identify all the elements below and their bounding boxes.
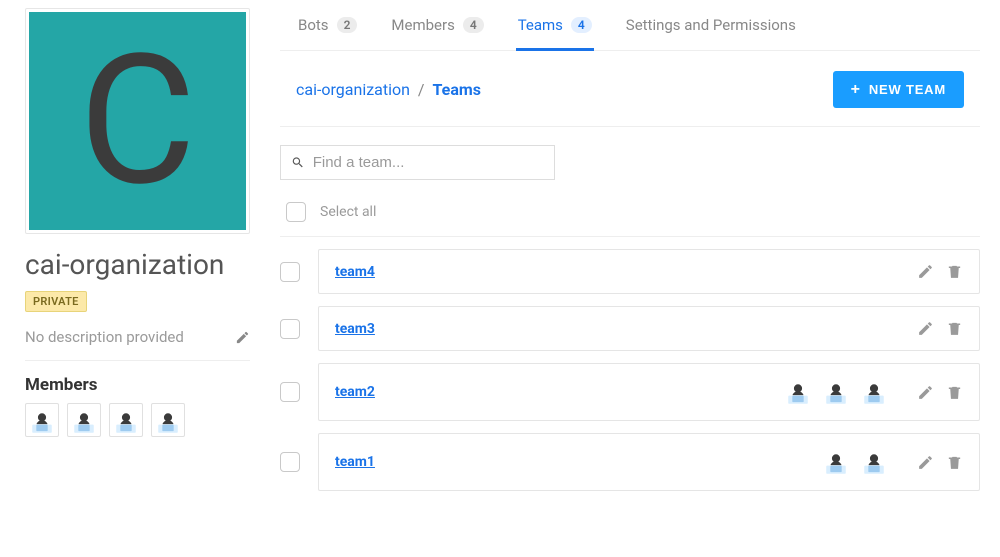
org-name: cai-organization [25,248,250,281]
new-team-button[interactable]: + NEW TEAM [833,71,964,108]
team-card[interactable]: team3 [318,306,980,351]
trash-icon[interactable] [946,384,963,401]
org-avatar-initial: C [79,31,196,211]
plus-icon: + [851,86,861,94]
team-row: team4 [280,249,980,294]
tabs: Bots 2 Members 4 Teams 4 Settings and Pe… [280,8,980,51]
search-box[interactable] [280,145,555,180]
trash-icon[interactable] [946,454,963,471]
team-row: team2 [280,363,980,421]
tab-label: Members [391,16,454,34]
team-list: team4 team3 team2 team1 [280,237,980,491]
team-card[interactable]: team2 [318,363,980,421]
member-avatar[interactable] [151,403,185,437]
sidebar: C cai-organization PRIVATE No descriptio… [25,8,250,503]
team-checkbox[interactable] [280,382,300,402]
team-row: team3 [280,306,980,351]
org-avatar-frame: C [25,8,250,234]
description-row: No description provided [25,328,250,361]
tab-members[interactable]: Members 4 [389,8,485,51]
row-actions [917,320,963,337]
team-checkbox[interactable] [280,319,300,339]
trash-icon[interactable] [946,320,963,337]
member-avatar[interactable] [859,447,889,477]
breadcrumb-current: Teams [432,80,480,99]
team-card[interactable]: team4 [318,249,980,294]
tab-label: Settings and Permissions [626,16,796,34]
tab-count: 4 [571,17,592,33]
team-name-link[interactable]: team2 [335,384,375,400]
pencil-icon[interactable] [235,330,250,345]
member-avatar[interactable] [67,403,101,437]
select-all-row: Select all [280,186,980,237]
tab-bots[interactable]: Bots 2 [296,8,359,51]
tab-settings[interactable]: Settings and Permissions [624,8,798,51]
tab-teams[interactable]: Teams 4 [516,8,594,51]
team-checkbox[interactable] [280,262,300,282]
select-all-checkbox[interactable] [286,202,306,222]
member-avatar[interactable] [109,403,143,437]
row-actions [917,263,963,280]
new-team-label: NEW TEAM [869,82,946,97]
pencil-icon[interactable] [917,454,934,471]
sidebar-members-list [25,403,250,437]
search-icon [291,155,305,170]
tab-label: Teams [518,16,563,34]
tab-count: 4 [463,17,484,33]
tab-label: Bots [298,16,329,34]
team-member-avatars [783,377,889,407]
breadcrumb-separator: / [414,80,429,99]
search-input[interactable] [313,154,544,171]
team-row: team1 [280,433,980,491]
privacy-badge: PRIVATE [25,291,87,312]
breadcrumb: cai-organization / Teams [296,80,481,99]
members-heading: Members [25,375,250,395]
pencil-icon[interactable] [917,384,934,401]
select-all-label: Select all [320,204,376,220]
pencil-icon[interactable] [917,320,934,337]
breadcrumb-root[interactable]: cai-organization [296,80,410,99]
member-avatar[interactable] [859,377,889,407]
team-member-avatars [821,447,889,477]
description-placeholder: No description provided [25,328,184,346]
org-avatar: C [29,12,246,230]
team-name-link[interactable]: team1 [335,454,375,470]
team-card[interactable]: team1 [318,433,980,491]
trash-icon[interactable] [946,263,963,280]
row-actions [917,454,963,471]
member-avatar[interactable] [821,447,851,477]
member-avatar[interactable] [783,377,813,407]
main-content: Bots 2 Members 4 Teams 4 Settings and Pe… [250,8,980,503]
tab-count: 2 [337,17,358,33]
team-name-link[interactable]: team4 [335,264,375,280]
row-actions [917,384,963,401]
pencil-icon[interactable] [917,263,934,280]
page-header: cai-organization / Teams + NEW TEAM [280,51,980,127]
member-avatar[interactable] [821,377,851,407]
member-avatar[interactable] [25,403,59,437]
team-checkbox[interactable] [280,452,300,472]
team-name-link[interactable]: team3 [335,321,375,337]
